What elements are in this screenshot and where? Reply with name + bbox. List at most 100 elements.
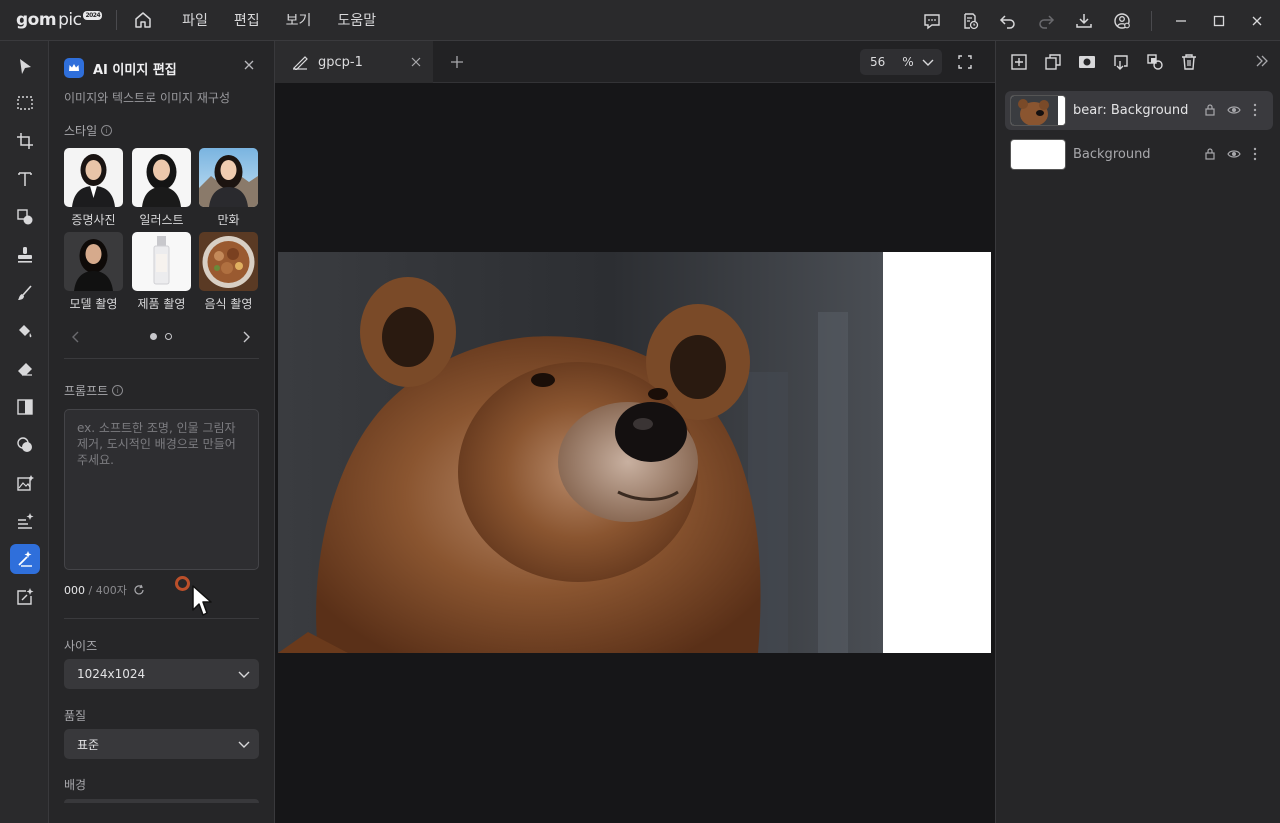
- text-sparkle-icon: [18, 513, 34, 529]
- redo-icon: [1039, 14, 1055, 29]
- minimize-button[interactable]: [1162, 0, 1200, 41]
- image-sparkle-icon: [17, 475, 34, 491]
- refresh-icon[interactable]: [133, 584, 145, 596]
- more-vertical-icon[interactable]: [1253, 147, 1257, 161]
- lock-icon[interactable]: [1204, 147, 1216, 161]
- quality-select[interactable]: 표준: [64, 729, 259, 759]
- zoom-unit: %: [902, 55, 914, 69]
- paint-bucket-icon: [19, 325, 32, 338]
- style-thumb-id-photo: [64, 148, 123, 207]
- lock-icon[interactable]: [1204, 103, 1216, 117]
- counter-max: / 400자: [85, 584, 127, 597]
- size-select[interactable]: 1024x1024: [64, 659, 259, 689]
- tool-crop[interactable]: [10, 126, 40, 156]
- delete-layer-button[interactable]: [1179, 52, 1199, 72]
- app-window: gom pic 2024 파일 편집 보기 도움말 AI 이미지 편집 이미지와…: [0, 0, 1280, 823]
- app-logo: gom pic 2024: [16, 10, 103, 30]
- tool-brush[interactable]: [10, 278, 40, 308]
- maximize-button[interactable]: [1200, 0, 1238, 41]
- collapse-panel-icon[interactable]: [1255, 54, 1269, 68]
- chat-icon: [924, 13, 940, 29]
- canvas-image[interactable]: [278, 252, 991, 653]
- style-name: 만화: [217, 213, 240, 227]
- window-controls-separator: [1151, 10, 1152, 31]
- counter-current: 000: [64, 584, 85, 597]
- chevron-left-icon[interactable]: [71, 331, 81, 343]
- zoom-select[interactable]: 56 %: [860, 49, 942, 75]
- tool-ai-export[interactable]: [10, 582, 40, 612]
- tool-ai-edit[interactable]: [10, 544, 40, 574]
- layer-thumbnail: [1010, 139, 1066, 170]
- document-clock-icon: [964, 12, 979, 29]
- style-food-shoot[interactable]: 음식 촬영: [199, 232, 258, 312]
- style-product-shoot[interactable]: 제품 촬영: [132, 232, 191, 312]
- style-thumb-model-shoot: [64, 232, 123, 291]
- tool-ai-text[interactable]: [10, 506, 40, 536]
- tool-marquee[interactable]: [10, 88, 40, 118]
- menu-view[interactable]: 보기: [273, 10, 325, 30]
- eye-icon[interactable]: [1227, 103, 1241, 117]
- background-select[interactable]: [64, 799, 259, 803]
- title-actions: [913, 0, 1280, 41]
- add-tab-icon[interactable]: [449, 54, 465, 70]
- fit-screen-icon[interactable]: [957, 54, 973, 70]
- redo-button[interactable]: [1027, 0, 1065, 41]
- home-button[interactable]: [131, 8, 155, 32]
- download-button[interactable]: [1065, 0, 1103, 41]
- panel-title: AI 이미지 편집: [93, 62, 177, 78]
- mask-icon: [1079, 56, 1095, 68]
- feedback-button[interactable]: [913, 0, 951, 41]
- close-window-button[interactable]: [1238, 0, 1276, 41]
- style-name: 모델 촬영: [69, 297, 118, 311]
- prompt-textarea[interactable]: ex. 소프트한 조명, 인물 그림자 제거, 도시적인 배경으로 만들어 주세…: [64, 409, 259, 570]
- layer-mask-button[interactable]: [1077, 52, 1097, 72]
- close-tab-icon[interactable]: [410, 56, 422, 68]
- tool-select[interactable]: [10, 52, 40, 82]
- account-button[interactable]: [1103, 0, 1141, 41]
- menu-file[interactable]: 파일: [169, 10, 221, 30]
- layers-panel: bear: Background Background: [995, 41, 1280, 823]
- pager-dot-active[interactable]: [150, 333, 157, 340]
- tool-gradient[interactable]: [10, 392, 40, 422]
- undo-icon: [999, 14, 1015, 29]
- history-button[interactable]: [951, 0, 989, 41]
- chevron-right-icon[interactable]: [241, 331, 251, 343]
- more-vertical-icon[interactable]: [1253, 103, 1257, 117]
- layer-row-background[interactable]: Background: [1005, 135, 1273, 174]
- tool-text[interactable]: [10, 164, 40, 194]
- panel-close-button[interactable]: [241, 57, 257, 73]
- info-icon[interactable]: i: [112, 385, 124, 396]
- canvas-workspace: gpcp-1 56 %: [275, 41, 995, 823]
- eye-icon[interactable]: [1227, 147, 1241, 161]
- tool-stamp[interactable]: [10, 240, 40, 270]
- style-illustration[interactable]: 일러스트: [132, 148, 191, 228]
- tool-fill[interactable]: [10, 316, 40, 346]
- document-tab[interactable]: gpcp-1: [275, 41, 433, 83]
- pointer-icon: [20, 59, 31, 74]
- tool-blend[interactable]: [10, 430, 40, 460]
- prompt-placeholder: ex. 소프트한 조명, 인물 그림자 제거, 도시적인 배경으로 만들어 주세…: [77, 421, 236, 467]
- menu-help[interactable]: 도움말: [324, 10, 389, 30]
- style-thumb-food-shoot: [199, 232, 258, 291]
- layer-row-bear[interactable]: bear: Background: [1005, 91, 1273, 130]
- style-id-photo[interactable]: 증명사진: [64, 148, 123, 228]
- shape-icon: [17, 209, 33, 225]
- tool-shape[interactable]: [10, 202, 40, 232]
- layer-style-button[interactable]: [1145, 52, 1165, 72]
- merge-down-icon: [1114, 55, 1128, 70]
- tool-eraser[interactable]: [10, 354, 40, 384]
- duplicate-layer-button[interactable]: [1043, 52, 1063, 72]
- tool-ai-image[interactable]: [10, 468, 40, 498]
- quality-label: 품질: [64, 709, 87, 723]
- merge-down-button[interactable]: [1111, 52, 1131, 72]
- chevron-down-icon: [238, 741, 250, 748]
- style-model-shoot[interactable]: 모델 촬영: [64, 232, 123, 312]
- pager-dot[interactable]: [165, 333, 172, 340]
- magic-wand-icon: [18, 551, 32, 567]
- new-layer-button[interactable]: [1009, 52, 1029, 72]
- info-icon[interactable]: i: [101, 125, 113, 136]
- menu-edit[interactable]: 편집: [221, 10, 273, 30]
- undo-button[interactable]: [989, 0, 1027, 41]
- title-separator: [116, 10, 118, 30]
- style-comic[interactable]: 만화: [199, 148, 258, 228]
